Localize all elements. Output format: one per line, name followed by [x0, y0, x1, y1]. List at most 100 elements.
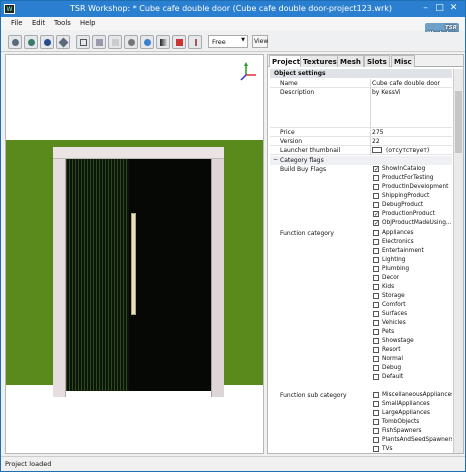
build-buy-flag-checkbox[interactable]	[373, 175, 379, 181]
lighting-icon[interactable]	[156, 35, 170, 49]
close-icon[interactable]: ✕	[447, 3, 460, 15]
function-category-checkbox[interactable]	[373, 311, 379, 317]
property-row-description[interactable]: Description by KessVi	[270, 88, 452, 128]
menu-file[interactable]: File	[11, 19, 22, 27]
app-window: W TSR Workshop: * Cube cafe double door …	[0, 0, 466, 472]
build-buy-flag-label: ObjProductMadeUsing...	[382, 220, 452, 226]
title-bar[interactable]: W TSR Workshop: * Cube cafe double door …	[1, 1, 465, 17]
function-sub-category-label: PlantsAndSeedSpawners	[382, 437, 452, 443]
function-sub-category-checkbox[interactable]	[373, 437, 379, 443]
view-button[interactable]: View	[252, 35, 268, 48]
tab-mesh[interactable]: Mesh	[337, 55, 364, 67]
flat-view-icon[interactable]	[56, 35, 70, 49]
wireframe-icon[interactable]	[92, 35, 106, 49]
function-category-label: Entertainment	[382, 248, 424, 254]
vertical-scrollbar[interactable]	[453, 69, 463, 453]
build-buy-flag-label: ProductionProduct	[382, 211, 435, 217]
function-category-checkbox[interactable]	[373, 347, 379, 353]
floor-icon[interactable]	[108, 35, 122, 49]
property-row-thumbnail[interactable]: Launcher thumbnail (отсутствует)	[270, 146, 452, 155]
function-category-checkbox[interactable]	[373, 239, 379, 245]
toolbar: Free ▼ View	[1, 32, 465, 52]
function-category-label: Plumbing	[382, 266, 410, 272]
function-category-checkbox[interactable]	[373, 266, 379, 272]
function-category-label: Electronics	[382, 239, 414, 245]
build-buy-flag-checkbox[interactable]	[373, 202, 379, 208]
function-category-label: Pets	[382, 329, 395, 335]
shaded-view-icon[interactable]	[8, 35, 22, 49]
function-category-checkbox[interactable]	[373, 293, 379, 299]
menu-bar: File Edit Tools Help	[1, 17, 465, 30]
function-category-label: Comfort	[382, 302, 406, 308]
tab-bar: Project Textures Mesh Slots Misc	[268, 55, 463, 67]
build-buy-flags-row: Build Buy Flags ✓ ShowInCatalog ProductFor…	[280, 166, 452, 227]
function-sub-category-checkbox[interactable]	[373, 446, 379, 452]
app-icon: W	[4, 4, 15, 14]
chevron-down-icon: ▼	[241, 37, 245, 43]
function-category-label: Kids	[382, 284, 395, 290]
minimize-icon[interactable]: –	[419, 3, 432, 15]
function-category-label: Surfaces	[382, 311, 408, 317]
property-row-name[interactable]: Name Cube cafe double door	[270, 79, 452, 88]
function-category-checkbox[interactable]	[373, 338, 379, 344]
function-category-checkbox[interactable]	[373, 275, 379, 281]
build-buy-flag-checkbox[interactable]: ✓	[373, 220, 379, 227]
tab-project[interactable]: Project	[269, 55, 304, 67]
build-buy-flag-checkbox[interactable]: ✓	[373, 211, 379, 218]
property-row-price[interactable]: Price 275	[270, 128, 452, 137]
tab-slots[interactable]: Slots	[364, 55, 390, 67]
maximize-icon[interactable]: □	[433, 3, 446, 15]
function-category-checkbox[interactable]	[373, 329, 379, 335]
function-category-checkbox[interactable]	[373, 365, 379, 371]
function-category-label: Debug	[382, 365, 402, 371]
function-category-checkbox[interactable]	[373, 230, 379, 236]
function-category-label: Default	[382, 374, 404, 380]
scrollbar-thumb[interactable]	[455, 91, 462, 153]
function-sub-category-checkbox[interactable]	[373, 401, 379, 407]
function-category-checkbox[interactable]	[373, 356, 379, 362]
function-category-checkbox[interactable]	[373, 320, 379, 326]
function-category-checkbox[interactable]	[373, 248, 379, 254]
function-sub-category-checkbox[interactable]	[373, 392, 379, 398]
function-category-checkbox[interactable]	[373, 302, 379, 308]
function-sub-category-label: SmallAppliances	[382, 401, 430, 407]
build-buy-flag-label: ProductForTesting	[382, 175, 434, 181]
tab-textures[interactable]: Textures	[300, 55, 340, 67]
function-category-label: Showstage	[382, 338, 414, 344]
function-category-row: Function category Appliances Electronics E…	[280, 230, 424, 380]
bones-icon[interactable]	[140, 35, 154, 49]
camera-mode-select[interactable]: Free ▼	[208, 35, 248, 48]
menu-help[interactable]: Help	[80, 19, 96, 27]
function-sub-category-label: TVs	[382, 446, 393, 452]
build-buy-flag-checkbox[interactable]: ✓	[373, 166, 379, 173]
category-flags-header[interactable]: Category flags −	[270, 156, 452, 165]
property-row-version[interactable]: Version 22	[270, 137, 452, 146]
menu-tools[interactable]: Tools	[54, 19, 71, 27]
axis-gizmo-icon	[240, 62, 256, 81]
3d-viewport[interactable]	[5, 54, 264, 454]
build-buy-flag-label: ProductInDevelopment	[382, 184, 449, 190]
status-text: Project loaded	[5, 460, 52, 468]
function-category-label: Vehicles	[382, 320, 406, 326]
function-category-label: Resort	[382, 347, 401, 353]
build-buy-flag-label: ShippingProduct	[382, 193, 430, 199]
textured-view-icon[interactable]	[40, 35, 54, 49]
function-category-checkbox[interactable]	[373, 257, 379, 263]
sphere-icon[interactable]	[124, 35, 138, 49]
function-sub-category-checkbox[interactable]	[373, 410, 379, 416]
smooth-view-icon[interactable]	[24, 35, 38, 49]
function-sub-category-row: Function sub category MiscellaneousAppli…	[270, 391, 452, 453]
menu-edit[interactable]: Edit	[32, 19, 45, 27]
build-buy-flag-checkbox[interactable]	[373, 184, 379, 190]
wall-icon[interactable]	[172, 35, 186, 49]
stick-icon[interactable]	[188, 35, 202, 49]
tab-misc[interactable]: Misc	[391, 55, 415, 67]
function-category-checkbox[interactable]	[373, 374, 379, 380]
collapse-icon[interactable]: −	[273, 156, 278, 163]
build-buy-flag-checkbox[interactable]	[373, 193, 379, 199]
grid-icon[interactable]	[76, 35, 90, 49]
object-settings-header[interactable]: Object settings	[270, 69, 452, 78]
function-sub-category-checkbox[interactable]	[373, 419, 379, 425]
function-category-checkbox[interactable]	[373, 284, 379, 290]
function-sub-category-checkbox[interactable]	[373, 428, 379, 434]
